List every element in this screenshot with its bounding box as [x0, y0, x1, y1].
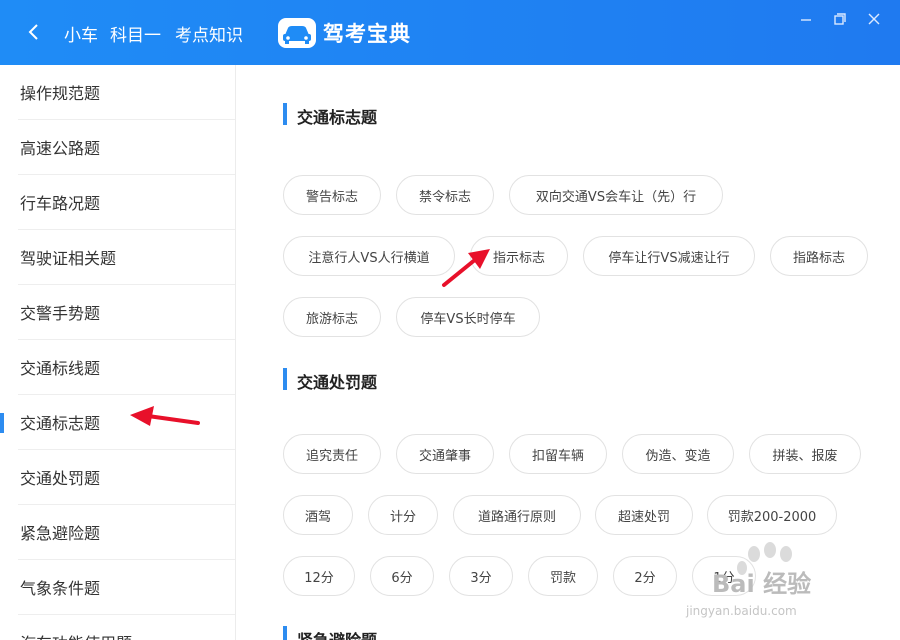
watermark-url: jingyan.baidu.com: [686, 604, 797, 618]
sidebar-item-label: 交通处罚题: [20, 469, 101, 488]
sidebar-item-vehicle-functions[interactable]: 汽车功能使用题: [0, 615, 235, 640]
sidebar-item-label: 行车路况题: [20, 194, 101, 213]
active-indicator: [0, 413, 4, 433]
sidebar-item-label: 驾驶证相关题: [20, 249, 117, 268]
sidebar-item-weather[interactable]: 气象条件题: [0, 560, 235, 615]
section-title-emergency: 紧急避险题: [297, 627, 377, 640]
sidebar-item-operation-rules[interactable]: 操作规范题: [0, 65, 235, 120]
sidebar-item-police-gestures[interactable]: 交警手势题: [0, 285, 235, 340]
sidebar-item-road-conditions[interactable]: 行车路况题: [0, 175, 235, 230]
tag-traffic-accident[interactable]: 交通肇事: [396, 434, 494, 474]
tag-forgery[interactable]: 伪造、变造: [622, 434, 734, 474]
breadcrumb-vehicle: 小车: [64, 26, 98, 46]
tag-points[interactable]: 计分: [368, 495, 438, 535]
breadcrumb-page: 考点知识: [175, 26, 243, 46]
tag-vehicle-detention[interactable]: 扣留车辆: [509, 434, 607, 474]
sidebar-item-label: 交警手势题: [20, 304, 101, 323]
tag-parking[interactable]: 停车VS长时停车: [396, 297, 540, 337]
title-bar: 小车 科目一 考点知识 驾考宝典: [0, 0, 900, 65]
tag-tourist-signs[interactable]: 旅游标志: [283, 297, 381, 337]
watermark-text: Bai 经验: [712, 570, 812, 598]
tag-scrapped-vehicles[interactable]: 拼装、报废: [749, 434, 861, 474]
sidebar-item-label: 交通标线题: [20, 359, 101, 378]
minimize-icon[interactable]: [796, 9, 816, 29]
category-sidebar: 操作规范题 高速公路题 行车路况题 驾驶证相关题 交警手势题 交通标线题 交通标…: [0, 65, 236, 640]
tag-guide-signs[interactable]: 指路标志: [770, 236, 868, 276]
tag-drunk-driving[interactable]: 酒驾: [283, 495, 353, 535]
tag-pedestrian-crossing[interactable]: 注意行人VS人行横道: [283, 236, 455, 276]
sidebar-item-traffic-penalties[interactable]: 交通处罚题: [0, 450, 235, 505]
sidebar-item-label: 操作规范题: [20, 84, 101, 103]
tag-prohibition-signs[interactable]: 禁令标志: [396, 175, 494, 215]
car-logo-icon: [278, 18, 316, 48]
tag-stop-yield[interactable]: 停车让行VS减速让行: [583, 236, 755, 276]
tag-2-points[interactable]: 2分: [613, 556, 677, 596]
tag-3-points[interactable]: 3分: [449, 556, 513, 596]
tag-warning-signs[interactable]: 警告标志: [283, 175, 381, 215]
tag-speeding-penalty[interactable]: 超速处罚: [595, 495, 693, 535]
section-accent-bar: [283, 103, 287, 125]
app-logo-text: 驾考宝典: [323, 22, 411, 46]
section-accent-bar: [283, 368, 287, 390]
tag-two-way-traffic[interactable]: 双向交通VS会车让（先）行: [509, 175, 723, 215]
sidebar-item-label: 交通标志题: [20, 414, 101, 433]
sidebar-item-label: 气象条件题: [20, 579, 101, 598]
sidebar-item-road-markings[interactable]: 交通标线题: [0, 340, 235, 395]
tag-12-points[interactable]: 12分: [283, 556, 355, 596]
sidebar-item-license[interactable]: 驾驶证相关题: [0, 230, 235, 285]
back-arrow-icon[interactable]: [22, 20, 46, 44]
sidebar-item-label: 高速公路题: [20, 139, 101, 158]
maximize-icon[interactable]: [830, 9, 850, 29]
sidebar-item-traffic-signs[interactable]: 交通标志题: [0, 395, 235, 450]
tag-liability[interactable]: 追究责任: [283, 434, 381, 474]
section-accent-bar: [283, 626, 287, 640]
sidebar-item-highway[interactable]: 高速公路题: [0, 120, 235, 175]
tag-6-points[interactable]: 6分: [370, 556, 434, 596]
tag-right-of-way[interactable]: 道路通行原则: [453, 495, 581, 535]
close-icon[interactable]: [864, 9, 884, 29]
section-title-traffic-penalties: 交通处罚题: [297, 373, 378, 392]
breadcrumb-subject: 科目一: [110, 26, 161, 46]
sidebar-item-label: 紧急避险题: [20, 524, 101, 543]
tag-fine[interactable]: 罚款: [528, 556, 598, 596]
tag-fine-range[interactable]: 罚款200-2000: [707, 495, 837, 535]
sidebar-item-emergency[interactable]: 紧急避险题: [0, 505, 235, 560]
section-title-traffic-signs: 交通标志题: [297, 108, 378, 127]
sidebar-item-label: 汽车功能使用题: [20, 630, 132, 640]
tag-indication-signs[interactable]: 指示标志: [470, 236, 568, 276]
